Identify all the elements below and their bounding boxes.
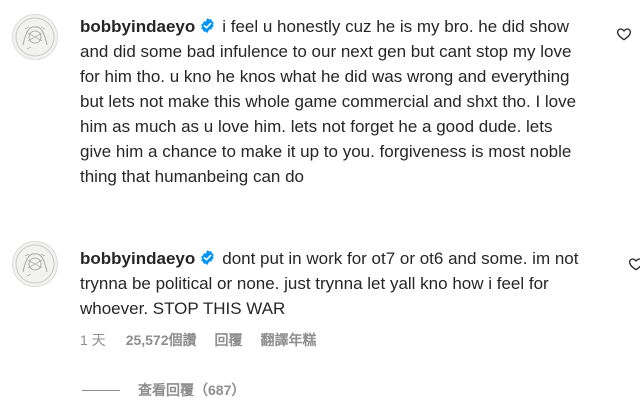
avatar[interactable] xyxy=(12,241,58,287)
reply-button[interactable]: 回覆 xyxy=(215,330,243,350)
verified-badge-icon xyxy=(199,249,216,266)
verified-badge-icon xyxy=(199,17,216,34)
comment-text: i feel u honestly cuz he is my bro. he d… xyxy=(80,17,577,186)
like-count[interactable]: 25,572個讚 xyxy=(126,330,197,350)
comment-meta: 1 天 25,572個讚 回覆 翻譯年糕 xyxy=(80,330,335,350)
avatar[interactable] xyxy=(12,14,58,60)
comment-time[interactable]: 1 天 xyxy=(80,330,106,350)
comment-body: bobbyindaeyo dont put in work for ot7 or … xyxy=(80,246,585,321)
comment-username[interactable]: bobbyindaeyo xyxy=(80,17,195,36)
like-heart-icon[interactable] xyxy=(628,256,640,272)
comment-body: bobbyindaeyo i feel u honestly cuz he is … xyxy=(80,14,585,189)
view-replies-button[interactable]: 查看回覆（687） xyxy=(82,380,245,400)
avatar-image xyxy=(13,242,57,286)
like-heart-icon[interactable] xyxy=(616,26,632,42)
comment-username[interactable]: bobbyindaeyo xyxy=(80,249,195,268)
translate-button[interactable]: 翻譯年糕 xyxy=(261,330,317,350)
divider-line xyxy=(82,389,120,391)
view-replies-label: 查看回覆（687） xyxy=(138,382,246,398)
avatar-image xyxy=(13,15,57,59)
